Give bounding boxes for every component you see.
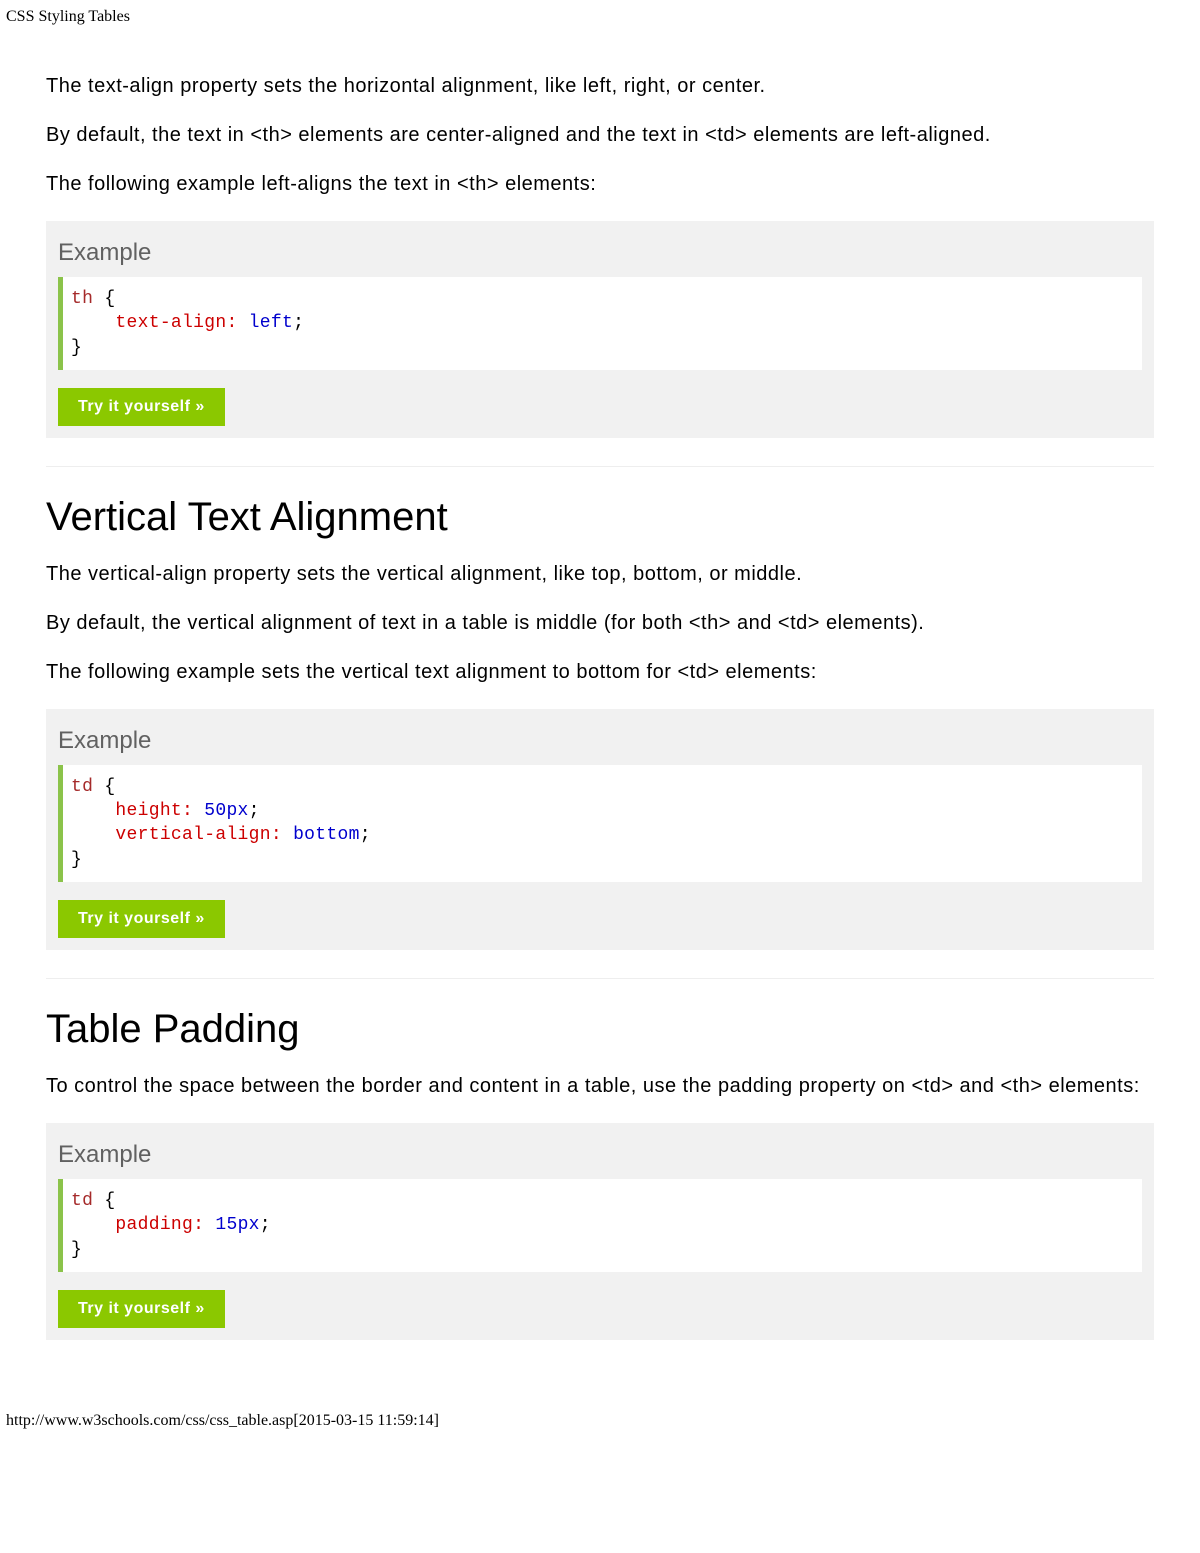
intro-paragraph-3: The following example left-aligns the te… xyxy=(46,170,1154,199)
code-value: 50px xyxy=(204,801,248,821)
code-value: left xyxy=(249,313,293,333)
example-block-vertical-align: Example td { height: 50px; vertical-alig… xyxy=(46,709,1154,950)
intro-paragraph-1: The text-align property sets the horizon… xyxy=(46,72,1154,101)
vertical-paragraph-3: The following example sets the vertical … xyxy=(46,658,1154,687)
code-property: vertical-align: xyxy=(115,825,282,845)
code-value: 15px xyxy=(215,1215,259,1235)
code-brace-open: { xyxy=(93,1191,115,1211)
code-panel: td { padding: 15px; } xyxy=(58,1179,1142,1272)
heading-vertical-alignment: Vertical Text Alignment xyxy=(46,495,1154,540)
code-property: padding: xyxy=(115,1215,204,1235)
code-value: bottom xyxy=(293,825,360,845)
example-label: Example xyxy=(58,1135,1142,1179)
code-brace-open: { xyxy=(93,777,115,797)
section-divider xyxy=(46,978,1154,979)
code-panel: td { height: 50px; vertical-align: botto… xyxy=(58,765,1142,882)
try-it-yourself-button[interactable]: Try it yourself » xyxy=(58,1290,225,1328)
try-it-yourself-button[interactable]: Try it yourself » xyxy=(58,900,225,938)
intro-paragraph-2: By default, the text in <th> elements ar… xyxy=(46,121,1154,150)
code-property: height: xyxy=(115,801,193,821)
code-selector: td xyxy=(71,1191,93,1211)
page-footer-url: http://www.w3schools.com/css/css_table.a… xyxy=(0,1362,1200,1440)
code-selector: td xyxy=(71,777,93,797)
code-property: text-align: xyxy=(115,313,237,333)
page-header-title: CSS Styling Tables xyxy=(0,0,1200,26)
main-content: The text-align property sets the horizon… xyxy=(0,72,1200,1340)
try-it-yourself-button[interactable]: Try it yourself » xyxy=(58,388,225,426)
code-brace-open: { xyxy=(93,289,115,309)
section-divider xyxy=(46,466,1154,467)
vertical-paragraph-1: The vertical-align property sets the ver… xyxy=(46,560,1154,589)
code-semicolon: ; xyxy=(260,1215,271,1235)
padding-paragraph-1: To control the space between the border … xyxy=(46,1072,1154,1101)
code-selector: th xyxy=(71,289,93,309)
example-label: Example xyxy=(58,233,1142,277)
example-label: Example xyxy=(58,721,1142,765)
code-brace-close: } xyxy=(71,850,82,870)
code-brace-close: } xyxy=(71,338,82,358)
vertical-paragraph-2: By default, the vertical alignment of te… xyxy=(46,609,1154,638)
code-semicolon: ; xyxy=(360,825,371,845)
heading-table-padding: Table Padding xyxy=(46,1007,1154,1052)
code-semicolon: ; xyxy=(293,313,304,333)
code-semicolon: ; xyxy=(249,801,260,821)
code-brace-close: } xyxy=(71,1240,82,1260)
example-block-padding: Example td { padding: 15px; } Try it you… xyxy=(46,1123,1154,1340)
code-panel: th { text-align: left; } xyxy=(58,277,1142,370)
example-block-text-align: Example th { text-align: left; } Try it … xyxy=(46,221,1154,438)
